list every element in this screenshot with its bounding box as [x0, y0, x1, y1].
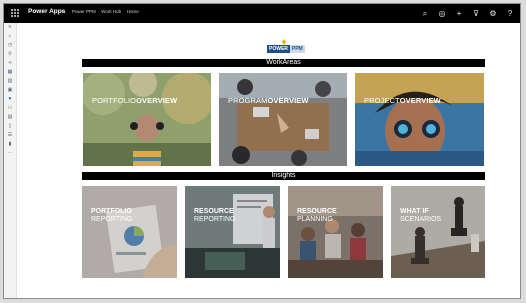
- tile-title: WHAT IF SCENARIOS: [400, 208, 442, 223]
- tile-title: PORTFOLIO REPORTING: [91, 208, 133, 223]
- tile-project-overview[interactable]: PROJECTOVERVIEW: [355, 73, 484, 166]
- tile-title: PROJECTOVERVIEW: [364, 96, 441, 105]
- tile-title: RESOURCE PLANNING: [297, 208, 337, 223]
- portfolio-overview-photo: [83, 73, 211, 166]
- hamburger-icon[interactable]: ≡: [4, 23, 16, 32]
- resource-reporting-photo: [185, 186, 280, 278]
- pin-icon[interactable]: ⚲: [4, 50, 16, 59]
- logo-text-power: POWER: [267, 45, 290, 53]
- tile-portfolio-overview[interactable]: PORTFOLIOOVERVIEW: [83, 73, 211, 166]
- breadcrumb-separator: ·: [123, 9, 125, 14]
- grid-icon[interactable]: ▦: [4, 68, 16, 77]
- top-icon-bar: ⌕ ◎ + ⊽ ⚙ ?: [421, 7, 514, 20]
- app-window: Power Apps ⌄ Power PPM · Work Hub · Home…: [3, 3, 521, 299]
- people-icon[interactable]: ⚇: [4, 104, 16, 113]
- tile-resource-reporting[interactable]: RESOURCE REPORTING: [185, 186, 280, 278]
- chart-icon[interactable]: ▥: [4, 77, 16, 86]
- more-icon[interactable]: ⋯: [4, 149, 16, 158]
- breadcrumb-separator: ·: [97, 9, 100, 14]
- power-ppm-logo: POWER PPM: [261, 39, 323, 61]
- list-icon[interactable]: ☰: [4, 131, 16, 140]
- image-icon[interactable]: ▣: [4, 86, 16, 95]
- tile-program-overview[interactable]: PROGRAMOVERVIEW: [219, 73, 347, 166]
- tile-resource-planning[interactable]: RESOURCE PLANNING: [288, 186, 383, 278]
- bookmark-icon[interactable]: ▮: [4, 140, 16, 149]
- program-overview-photo: [219, 73, 347, 166]
- heart-icon[interactable]: ♥: [4, 95, 16, 104]
- what-if-scenarios-photo: [391, 186, 485, 278]
- section-header-workareas: WorkAreas: [82, 59, 485, 67]
- tile-title: PORTFOLIOOVERVIEW: [92, 96, 178, 105]
- breadcrumb-item[interactable]: Work Hub: [101, 9, 121, 14]
- chevron-down-icon[interactable]: ⌄: [60, 7, 65, 14]
- search-icon[interactable]: ⌕: [421, 7, 429, 20]
- share-icon[interactable]: ⋖: [4, 59, 16, 68]
- project-overview-photo: [355, 73, 484, 166]
- target-icon[interactable]: ◎: [438, 7, 446, 20]
- tile-title: PROGRAMOVERVIEW: [228, 96, 309, 105]
- resource-planning-photo: [288, 186, 383, 278]
- recent-icon[interactable]: ◷: [4, 41, 16, 50]
- portfolio-reporting-photo: [82, 186, 177, 278]
- filter-icon[interactable]: ⊽: [472, 7, 480, 20]
- breadcrumb: Power PPM · Work Hub · Home: [72, 9, 139, 14]
- settings-icon[interactable]: ⚙: [489, 7, 497, 20]
- home-icon[interactable]: ⌂: [4, 32, 16, 41]
- add-icon[interactable]: +: [455, 7, 463, 20]
- logo-text-ppm: PPM: [289, 45, 305, 53]
- help-icon[interactable]: ?: [506, 7, 514, 20]
- breadcrumb-item[interactable]: Home: [127, 9, 139, 14]
- tile-portfolio-reporting[interactable]: PORTFOLIO REPORTING: [82, 186, 177, 278]
- main-content: POWER PPM WorkAreas PORTFOLIOOVERVIEW PR…: [16, 23, 520, 298]
- tile-what-if-scenarios[interactable]: WHAT IF SCENARIOS: [391, 186, 485, 278]
- breadcrumb-item[interactable]: Power PPM: [72, 9, 96, 14]
- top-bar: Power Apps ⌄ Power PPM · Work Hub · Home…: [4, 4, 520, 23]
- folder-icon[interactable]: ▤: [4, 113, 16, 122]
- app-launcher-icon[interactable]: [11, 9, 20, 18]
- tile-title: RESOURCE REPORTING: [194, 208, 236, 223]
- document-icon[interactable]: ▯: [4, 122, 16, 131]
- section-header-insights: Insights: [82, 172, 485, 180]
